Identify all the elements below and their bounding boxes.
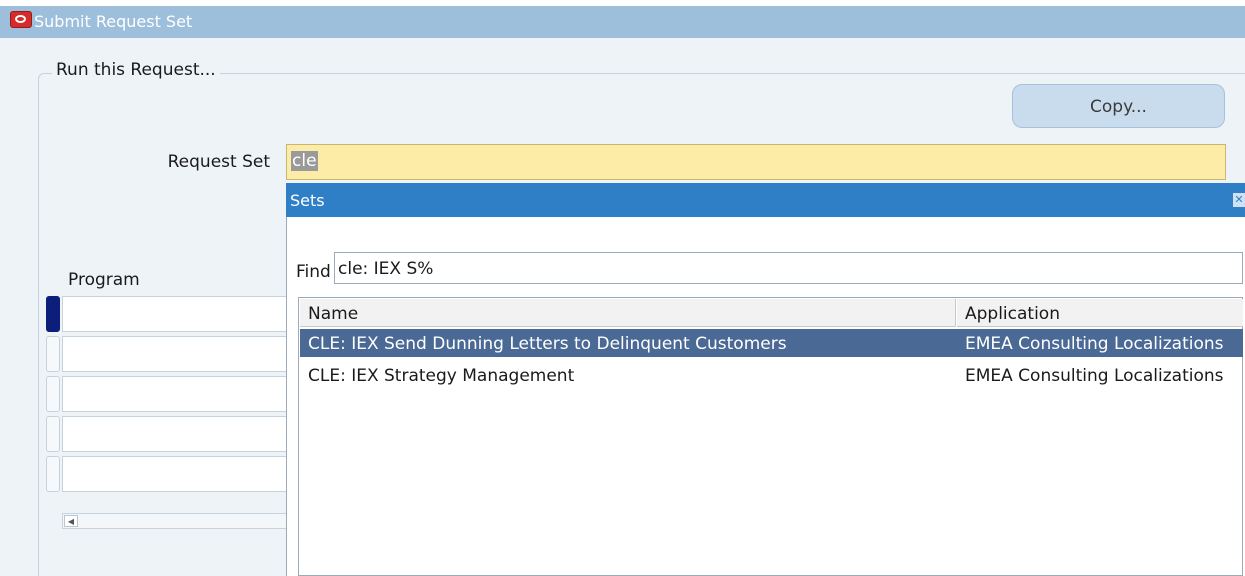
row-indicator-current[interactable] xyxy=(46,296,60,332)
sets-dialog-title: Sets xyxy=(290,191,325,210)
row-indicator[interactable] xyxy=(46,456,60,492)
program-row[interactable] xyxy=(62,296,288,332)
row-name[interactable]: CLE: IEX Send Dunning Letters to Delinqu… xyxy=(308,334,787,354)
row-application[interactable]: EMEA Consulting Localizations xyxy=(965,334,1224,354)
row-name[interactable]: CLE: IEX Strategy Management xyxy=(308,366,574,386)
column-header-name[interactable]: Name xyxy=(300,299,956,327)
column-header-application[interactable]: Application xyxy=(957,299,1243,327)
find-input[interactable]: cle: IEX S% xyxy=(334,252,1243,284)
close-icon[interactable]: ✕ xyxy=(1233,193,1245,207)
row-application[interactable]: EMEA Consulting Localizations xyxy=(965,366,1224,386)
scroll-left-arrow-icon[interactable]: ◀ xyxy=(64,515,78,527)
run-request-group-label: Run this Request... xyxy=(52,60,220,80)
request-set-value: cle xyxy=(291,151,318,171)
request-set-label: Request Set xyxy=(167,152,270,172)
program-row[interactable] xyxy=(62,376,288,412)
program-row[interactable] xyxy=(62,336,288,372)
row-indicator[interactable] xyxy=(46,416,60,452)
window-title: Submit Request Set xyxy=(34,12,193,31)
find-label: Find xyxy=(296,262,331,282)
sets-dialog-title-bar xyxy=(286,183,1245,217)
row-indicator[interactable] xyxy=(46,336,60,372)
program-label: Program xyxy=(68,270,140,290)
request-set-input[interactable]: cle xyxy=(286,144,1226,180)
program-row[interactable] xyxy=(62,456,288,492)
row-indicator[interactable] xyxy=(46,376,60,412)
copy-button[interactable]: Copy... xyxy=(1012,84,1225,128)
program-row[interactable] xyxy=(62,416,288,452)
program-horizontal-scrollbar[interactable] xyxy=(62,513,288,529)
oracle-logo-icon xyxy=(10,11,32,28)
